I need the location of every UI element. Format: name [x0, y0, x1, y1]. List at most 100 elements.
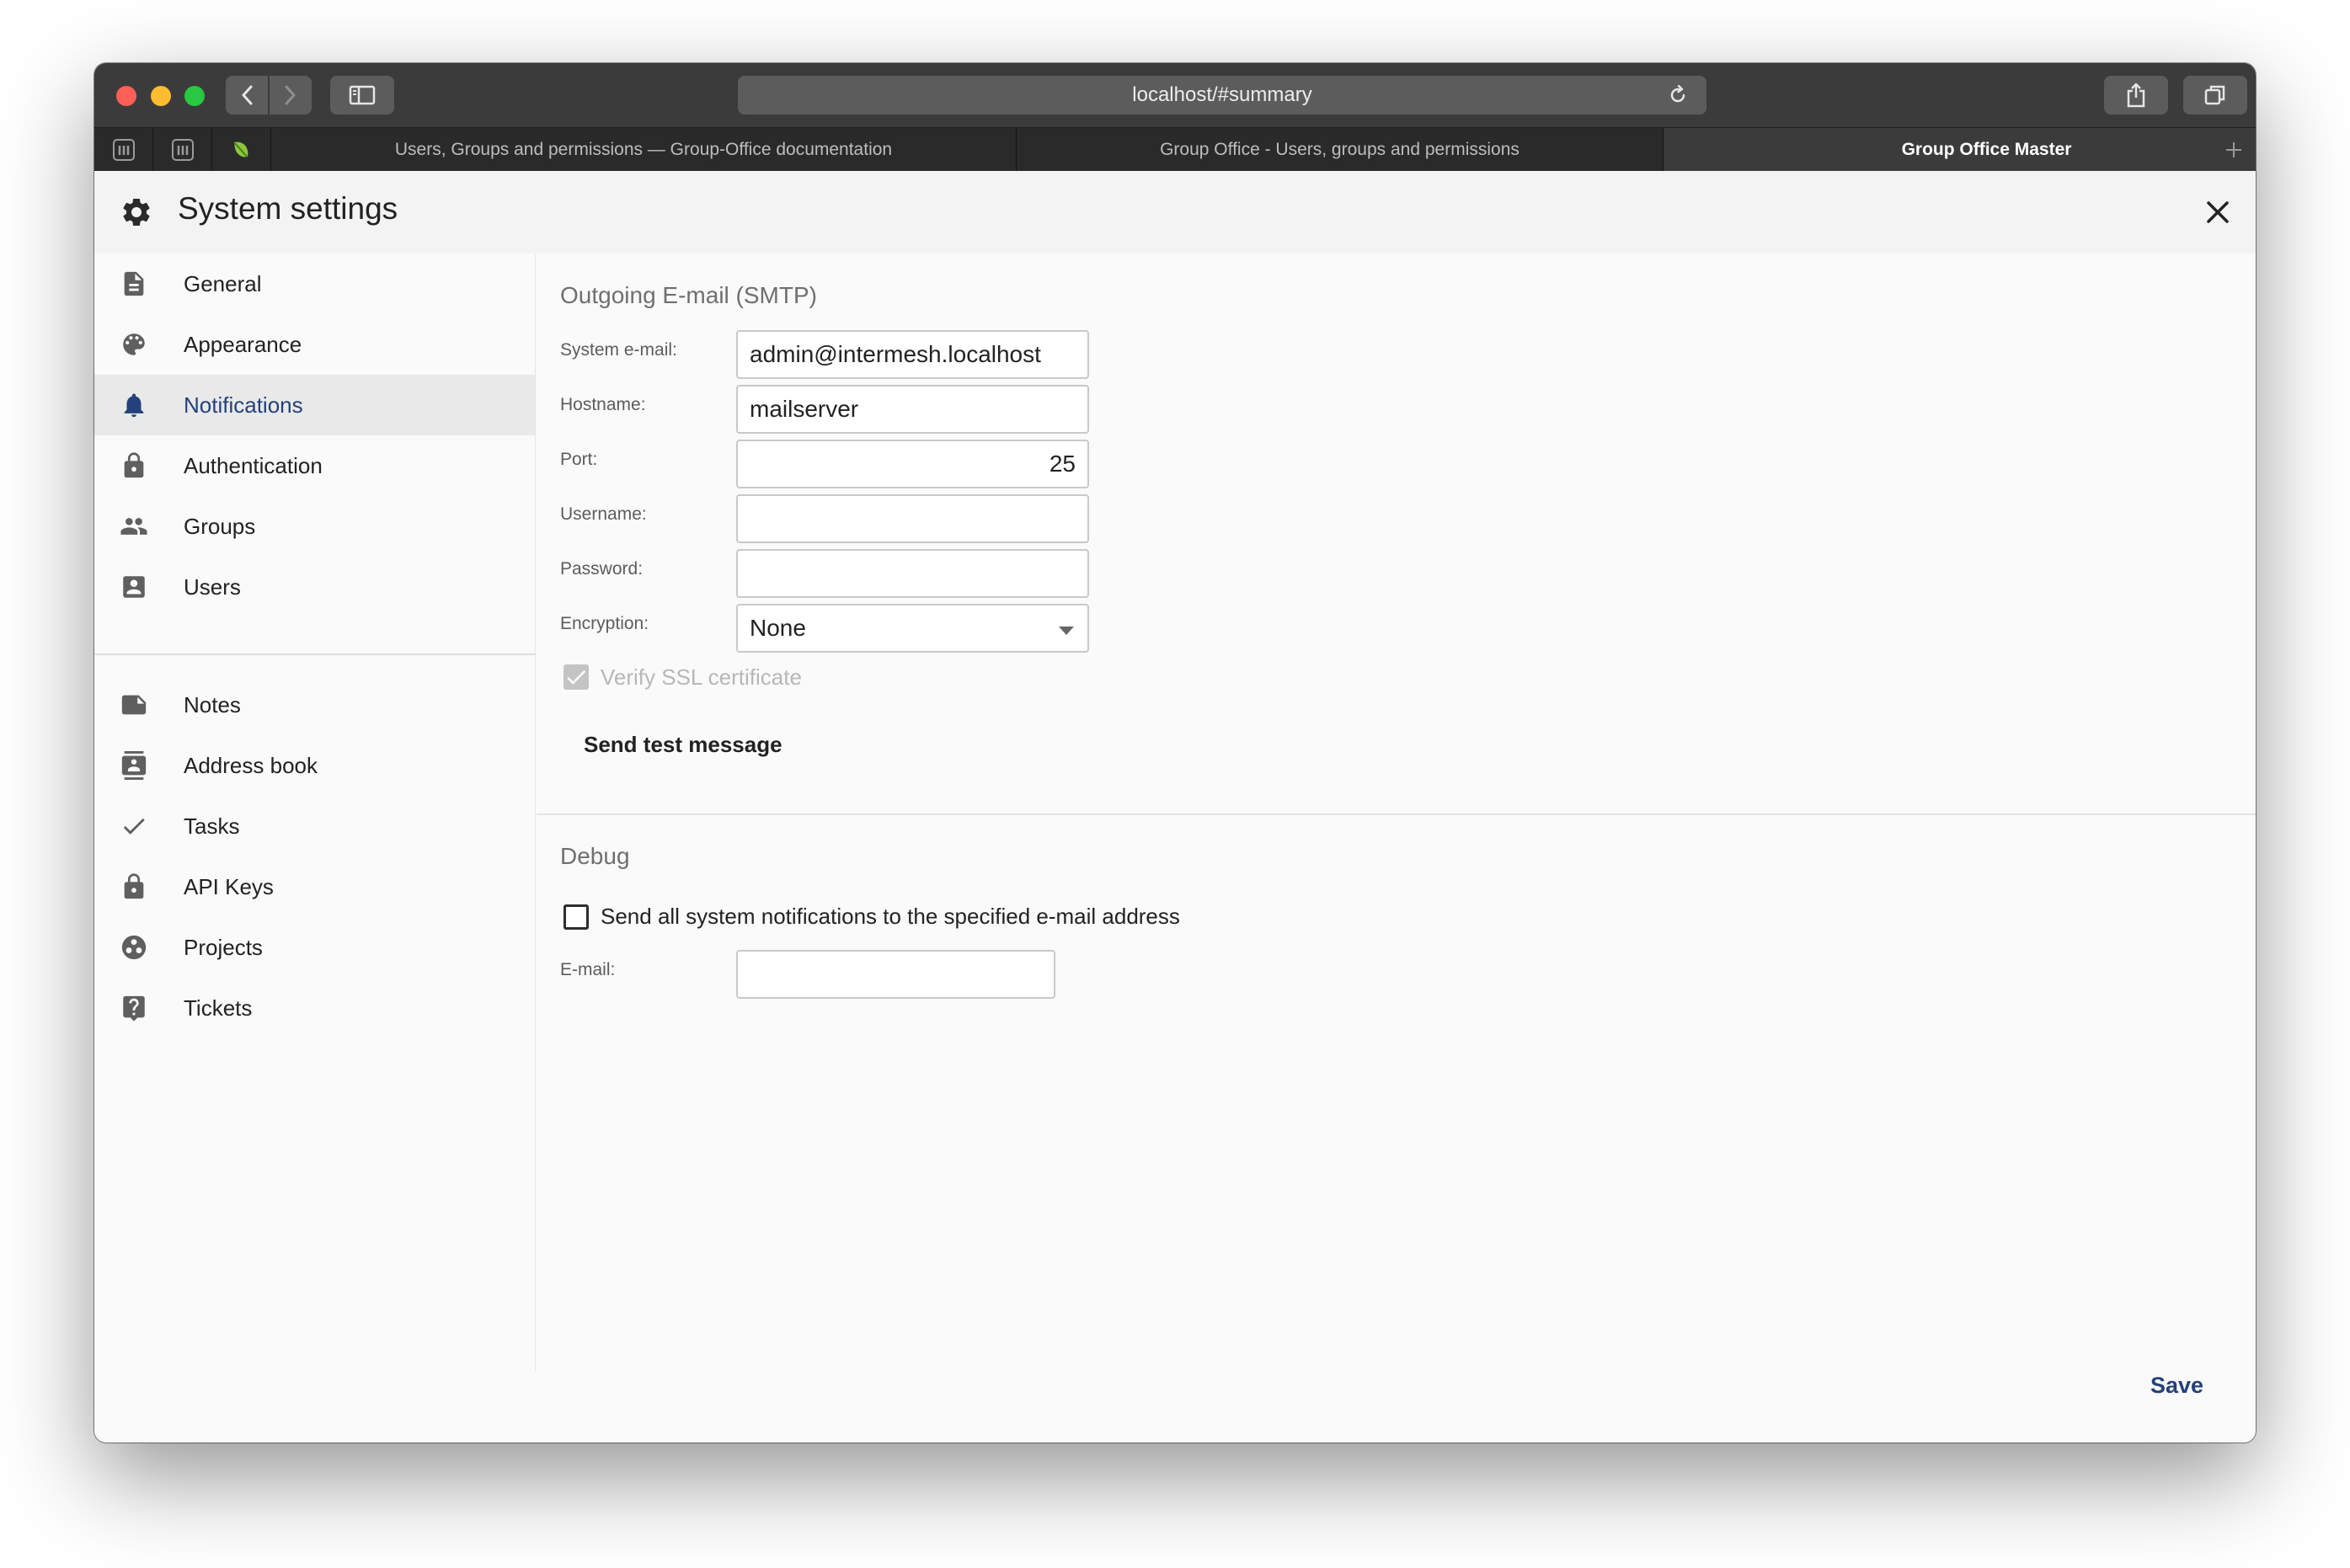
sidebar-item-authentication[interactable]: Authentication	[94, 435, 535, 496]
history-nav	[226, 76, 312, 115]
sidebar-item-label: Groups	[184, 513, 256, 539]
system-email-value: admin@intermesh.localhost	[750, 341, 1041, 367]
browser-tab-title: Group Office - Users, groups and permiss…	[1160, 139, 1519, 159]
grid-icon	[171, 138, 194, 161]
sidebar-item-label: Tasks	[184, 813, 240, 839]
send-test-message-button[interactable]: Send test message	[584, 732, 782, 758]
sidebar-item-general[interactable]: General	[94, 253, 535, 314]
zoom-window-button[interactable]	[184, 86, 205, 106]
sidebar-item-label: Address book	[184, 752, 318, 778]
settings-content: Outgoing E-mail (SMTP) System e-mail: ad…	[537, 253, 2256, 1372]
port-value: 25	[1049, 451, 1076, 477]
verify-ssl-checkbox[interactable]	[563, 664, 589, 690]
browser-tab[interactable]: Group Office - Users, groups and permiss…	[1017, 128, 1664, 171]
tab-overview-button[interactable]	[2183, 76, 2247, 115]
chevron-left-icon	[242, 85, 253, 105]
sidebar-item-label: Authentication	[184, 452, 323, 478]
send-all-notifications-checkbox[interactable]	[563, 904, 589, 930]
browser-tab[interactable]: Users, Groups and permissions — Group-Of…	[271, 128, 1017, 171]
sidebar-item-label: Notes	[184, 691, 241, 717]
port-input[interactable]: 25	[736, 440, 1089, 488]
sidebar-divider	[94, 653, 536, 655]
section-divider	[537, 813, 2256, 815]
sidebar-item-groups[interactable]: Groups	[94, 496, 535, 557]
sidebar-item-address-book[interactable]: Address book	[94, 735, 535, 796]
sidebar-item-projects[interactable]: Projects	[94, 917, 535, 978]
dialog-header: System settings	[94, 171, 2256, 253]
smtp-section-title: Outgoing E-mail (SMTP)	[560, 282, 817, 308]
sidebar-item-notes[interactable]: Notes	[94, 675, 535, 735]
sidebar-item-label: API Keys	[184, 873, 274, 899]
sidebar-item-label: Users	[184, 573, 241, 600]
username-input[interactable]	[736, 494, 1089, 543]
forward-button[interactable]	[270, 76, 312, 115]
caret-down-icon	[1059, 627, 1074, 635]
address-book-icon	[121, 751, 147, 780]
system-email-label: System e-mail:	[560, 340, 677, 360]
close-icon[interactable]	[2205, 200, 2230, 225]
pinned-tab-2[interactable]	[153, 128, 212, 171]
verify-ssl-label: Verify SSL certificate	[601, 664, 802, 690]
debug-section-title: Debug	[560, 843, 630, 869]
hostname-input[interactable]: mailserver	[736, 385, 1089, 434]
sidebar-item-notifications[interactable]: Notifications	[94, 375, 535, 435]
check-icon	[567, 669, 586, 685]
tabs-icon	[2204, 85, 2225, 105]
share-button[interactable]	[2104, 76, 2168, 115]
lock-icon	[124, 452, 144, 478]
document-icon	[124, 271, 144, 296]
reload-icon[interactable]	[1668, 85, 1688, 105]
projects-icon	[121, 935, 147, 960]
pinned-tab-1[interactable]	[94, 128, 153, 171]
username-label: Username:	[560, 504, 647, 524]
note-icon	[121, 695, 147, 715]
encryption-select[interactable]: None	[736, 604, 1089, 653]
browser-window: localhost/#summary Users, Groups and per…	[94, 63, 2256, 1443]
hostname-label: Hostname:	[560, 395, 646, 414]
browser-titlebar: localhost/#summary	[94, 63, 2256, 127]
sidebar-toggle-button[interactable]	[330, 76, 394, 115]
sidebar-item-label: Appearance	[184, 331, 302, 357]
dialog-title: System settings	[178, 191, 398, 226]
hostname-value: mailserver	[750, 396, 859, 422]
sidebar-item-tasks[interactable]: Tasks	[94, 796, 535, 856]
debug-email-label: E-mail:	[560, 960, 616, 979]
save-button[interactable]: Save	[2150, 1373, 2203, 1399]
sidebar-item-tickets[interactable]: Tickets	[94, 978, 535, 1038]
app-viewport: System settings General Appearance Notif…	[94, 171, 2256, 1443]
help-icon	[123, 995, 145, 1021]
share-icon	[2127, 83, 2145, 108]
back-button[interactable]	[226, 76, 268, 115]
browser-tab-title: Group Office Master	[1901, 139, 2072, 159]
encryption-value: None	[750, 615, 806, 641]
lock-icon	[124, 873, 144, 899]
sidebar-item-users[interactable]: Users	[94, 557, 535, 617]
tab-strip: Users, Groups and permissions — Group-Of…	[94, 127, 2256, 171]
close-window-button[interactable]	[116, 86, 136, 106]
minimize-window-button[interactable]	[151, 86, 171, 106]
palette-icon	[123, 333, 145, 355]
user-icon	[123, 576, 145, 598]
sidebar-item-api-keys[interactable]: API Keys	[94, 856, 535, 917]
gear-icon	[123, 199, 150, 226]
send-all-notifications-label: Send all system notifications to the spe…	[601, 904, 1180, 929]
new-tab-button[interactable]	[2212, 128, 2256, 171]
browser-tab-active[interactable]: Group Office Master	[1664, 128, 2256, 171]
check-icon	[123, 818, 145, 835]
sidebar-item-appearance[interactable]: Appearance	[94, 314, 535, 375]
pinned-tab-3[interactable]	[212, 128, 271, 171]
system-email-input[interactable]: admin@intermesh.localhost	[736, 330, 1089, 379]
password-label: Password:	[560, 559, 644, 579]
sidebar-icon	[349, 85, 376, 105]
sidebar-item-label: Notifications	[184, 392, 303, 418]
debug-email-input[interactable]	[736, 950, 1055, 999]
browser-tab-title: Users, Groups and permissions — Group-Of…	[394, 139, 893, 159]
sidebar-item-label: Tickets	[184, 995, 253, 1021]
port-label: Port:	[560, 450, 598, 469]
plus-icon	[2226, 141, 2241, 157]
address-bar[interactable]: localhost/#summary	[738, 76, 1706, 115]
group-icon	[120, 518, 147, 535]
encryption-label: Encryption:	[560, 614, 649, 633]
password-input[interactable]	[736, 549, 1089, 598]
leaf-icon	[233, 141, 248, 157]
